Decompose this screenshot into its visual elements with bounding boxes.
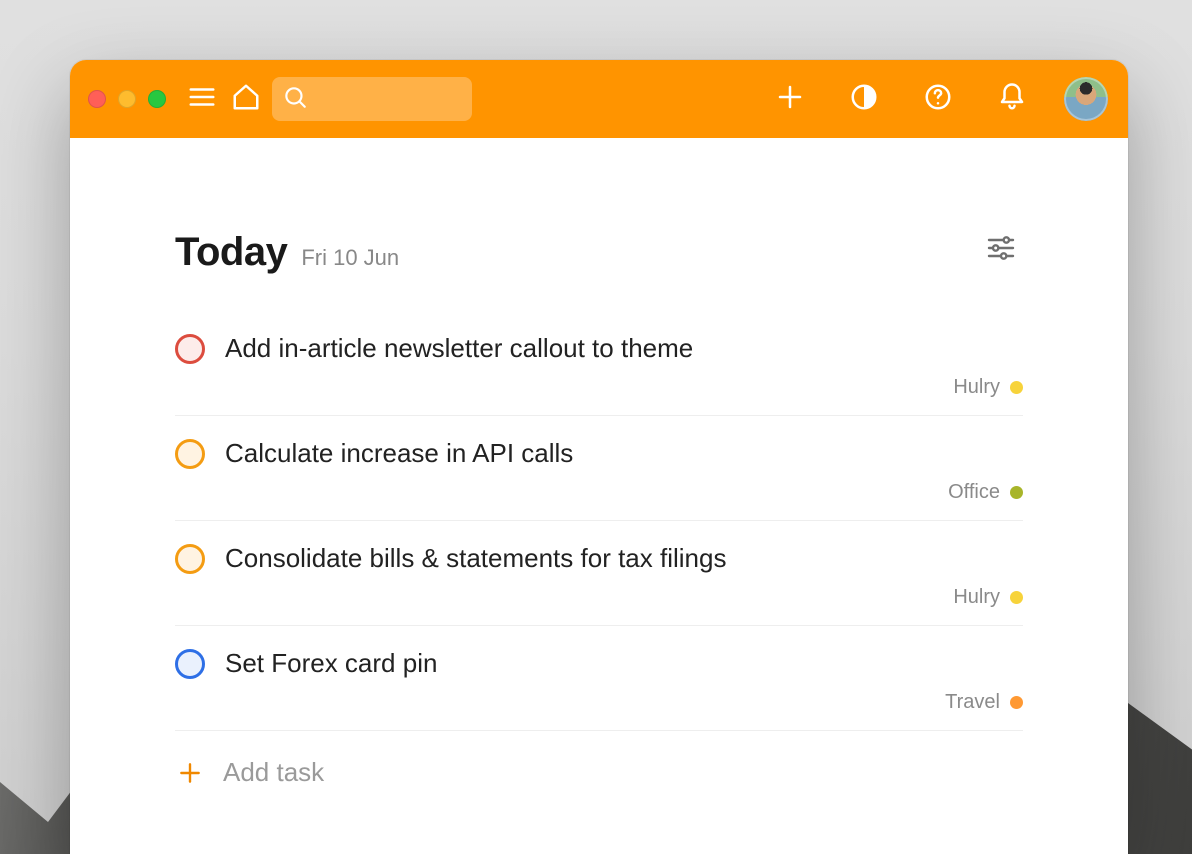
window-close-button[interactable] (88, 90, 106, 108)
view-options-button[interactable] (979, 226, 1023, 275)
project-color-dot (1010, 696, 1023, 709)
header-row: Today Fri 10 Jun (175, 226, 1023, 275)
task-meta[interactable]: Office (175, 481, 1023, 504)
task-main[interactable]: Set Forex card pin (175, 640, 1023, 679)
task-item: Add in-article newsletter callout to the… (175, 325, 1023, 416)
menu-button[interactable] (180, 77, 224, 121)
task-checkbox[interactable] (175, 544, 205, 574)
half-circle-icon (849, 82, 879, 117)
task-title[interactable]: Set Forex card pin (225, 648, 437, 679)
productivity-button[interactable] (842, 77, 886, 121)
search-box[interactable] (272, 77, 472, 121)
notifications-button[interactable] (990, 77, 1034, 121)
page-date: Fri 10 Jun (301, 245, 399, 271)
page-title: Today (175, 230, 287, 275)
add-task-button[interactable]: Add task (175, 745, 1023, 788)
bell-icon (997, 82, 1027, 117)
home-button[interactable] (224, 77, 268, 121)
menu-icon (187, 82, 217, 117)
task-item: Consolidate bills & statements for tax f… (175, 535, 1023, 626)
main-content: Today Fri 10 Jun Add in-article newslett… (70, 138, 1128, 788)
project-color-dot (1010, 591, 1023, 604)
project-label: Travel (945, 691, 1000, 714)
project-label: Hulry (953, 586, 1000, 609)
task-main[interactable]: Consolidate bills & statements for tax f… (175, 535, 1023, 574)
titlebar-right (768, 77, 1108, 121)
avatar[interactable] (1064, 77, 1108, 121)
task-item: Set Forex card pin Travel (175, 640, 1023, 731)
task-checkbox[interactable] (175, 439, 205, 469)
search-icon (282, 84, 308, 115)
help-icon (923, 82, 953, 117)
search-input[interactable] (314, 89, 546, 110)
task-meta[interactable]: Travel (175, 691, 1023, 714)
task-checkbox[interactable] (175, 334, 205, 364)
app-window: Today Fri 10 Jun Add in-article newslett… (70, 60, 1128, 854)
task-list: Add in-article newsletter callout to the… (175, 325, 1023, 731)
task-main[interactable]: Calculate increase in API calls (175, 430, 1023, 469)
task-title[interactable]: Consolidate bills & statements for tax f… (225, 543, 726, 574)
window-controls (88, 90, 166, 108)
plus-icon (175, 758, 205, 788)
project-color-dot (1010, 381, 1023, 394)
task-main[interactable]: Add in-article newsletter callout to the… (175, 325, 1023, 364)
task-title[interactable]: Calculate increase in API calls (225, 438, 573, 469)
task-title[interactable]: Add in-article newsletter callout to the… (225, 333, 693, 364)
home-icon (231, 82, 261, 117)
plus-icon (775, 82, 805, 117)
window-minimize-button[interactable] (118, 90, 136, 108)
help-button[interactable] (916, 77, 960, 121)
project-color-dot (1010, 486, 1023, 499)
add-task-label: Add task (223, 757, 324, 788)
window-zoom-button[interactable] (148, 90, 166, 108)
task-meta[interactable]: Hulry (175, 376, 1023, 399)
quick-add-button[interactable] (768, 77, 812, 121)
project-label: Office (948, 481, 1000, 504)
task-item: Calculate increase in API calls Office (175, 430, 1023, 521)
task-meta[interactable]: Hulry (175, 586, 1023, 609)
project-label: Hulry (953, 376, 1000, 399)
titlebar (70, 60, 1128, 138)
sliders-icon (985, 251, 1017, 268)
task-checkbox[interactable] (175, 649, 205, 679)
